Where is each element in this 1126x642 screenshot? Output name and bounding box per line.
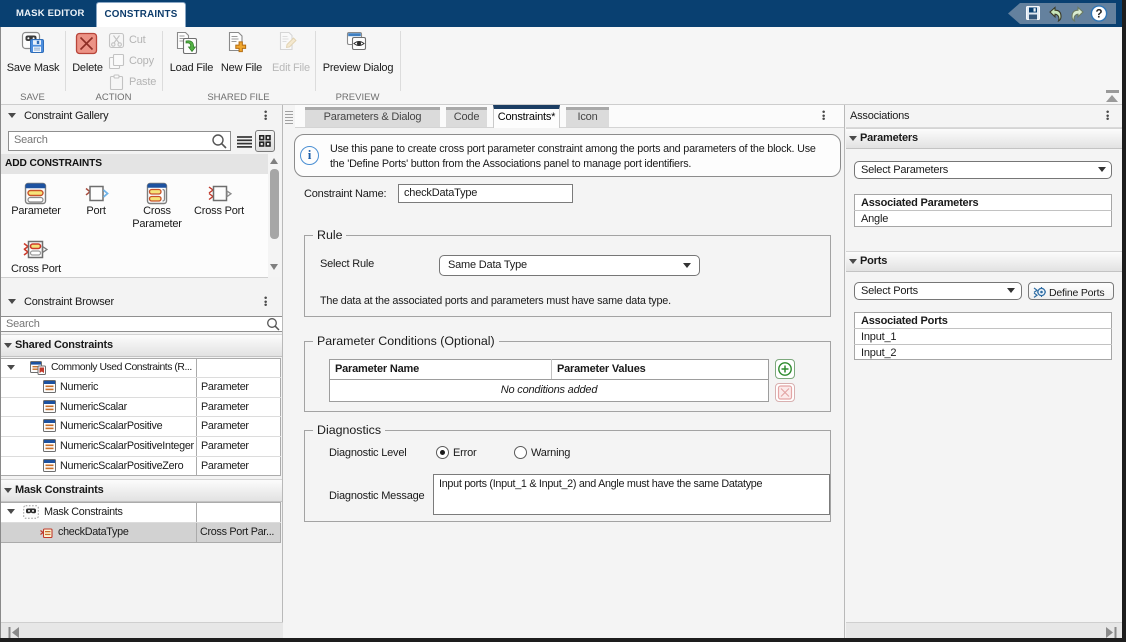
svg-text:?: ? (1095, 9, 1102, 21)
